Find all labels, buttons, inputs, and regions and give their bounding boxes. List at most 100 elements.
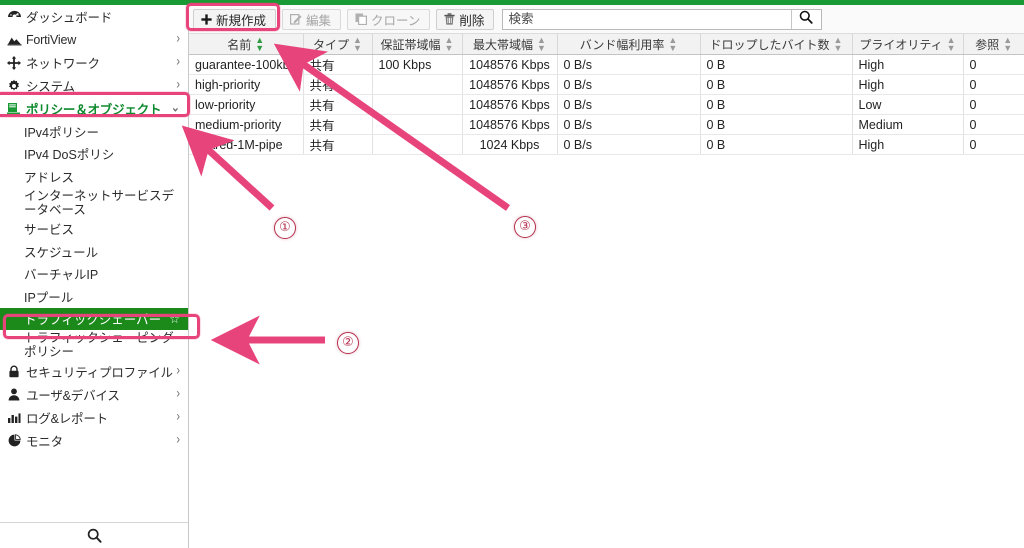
cell-name: medium-priority bbox=[189, 114, 304, 135]
sidebar-subitem-label: スケジュール bbox=[24, 245, 99, 260]
column-header-label: タイプ bbox=[313, 37, 350, 52]
sidebar-subitem-ipv4-policy[interactable]: IPv4ポリシー bbox=[0, 120, 188, 143]
sort-icon[interactable]: ▲ ▼ bbox=[537, 36, 546, 53]
cell-guaranteed bbox=[372, 94, 463, 115]
sidebar-subitem-service[interactable]: サービス bbox=[0, 218, 188, 241]
sidebar-item-label: FortiView bbox=[26, 32, 77, 47]
cell-name: guarantee-100kbps bbox=[189, 54, 304, 75]
sort-icon[interactable]: ▲ ▼ bbox=[1003, 36, 1012, 53]
new-button-label: 新規作成 bbox=[216, 13, 267, 28]
sidebar-subitem-address[interactable]: アドレス bbox=[0, 165, 188, 188]
sidebar-item-label: ログ&レポート bbox=[26, 412, 108, 426]
sidebar-item-log-and-report[interactable]: ログ&レポート › bbox=[0, 406, 188, 429]
search-input[interactable] bbox=[503, 9, 792, 29]
cell-usage: 0 B/s bbox=[557, 114, 701, 135]
cell-type: 共有 bbox=[303, 94, 373, 115]
user-icon bbox=[6, 388, 22, 402]
sidebar-item-label: ユーザ&デバイス bbox=[26, 389, 120, 403]
cell-usage: 0 B/s bbox=[557, 94, 701, 115]
cell-name: low-priority bbox=[189, 94, 304, 115]
cell-priority: Low bbox=[852, 94, 964, 115]
sidebar-item-monitor[interactable]: モニタ › bbox=[0, 429, 188, 452]
clone-button[interactable]: クローン bbox=[347, 8, 431, 30]
sidebar-item-fortiview[interactable]: FortiView › bbox=[0, 28, 188, 51]
column-header-reference[interactable]: 参照 ▲ ▼ bbox=[963, 33, 1024, 55]
sidebar-top-nav: ダッシュボード FortiView › ネットワーク › システム › ポリシー… bbox=[0, 5, 188, 452]
table-header: 名前 ▲ ▼ タイプ ▲ ▼ 保証帯域幅 ▲ ▼ 最大帯域幅 ▲ ▼ バンド幅利… bbox=[189, 33, 1024, 55]
cell-reference[interactable]: 0 bbox=[963, 114, 1024, 135]
cell-dropped: 0 B bbox=[700, 94, 853, 115]
table-row[interactable]: low-priority 共有 1048576 Kbps 0 B/s 0 B L… bbox=[189, 94, 1024, 115]
column-header-label: ドロップしたバイト数 bbox=[709, 37, 830, 52]
new-button[interactable]: 新規作成 bbox=[193, 8, 277, 30]
search-icon bbox=[799, 10, 814, 29]
sidebar-bottom bbox=[0, 522, 188, 548]
sidebar-subitem-virtual-ip[interactable]: バーチャルIP bbox=[0, 263, 188, 286]
sidebar-item-label: セキュリティプロファイル bbox=[26, 366, 173, 380]
column-header-priority[interactable]: プライオリティ ▲ ▼ bbox=[852, 33, 964, 55]
search-submit-button[interactable] bbox=[791, 9, 821, 29]
sidebar-subitem-label: インターネットサービスデータベース bbox=[24, 188, 175, 217]
delete-button[interactable]: 削除 bbox=[436, 8, 495, 30]
column-header-guaranteed-bandwidth[interactable]: 保証帯域幅 ▲ ▼ bbox=[372, 33, 463, 55]
column-header-name[interactable]: 名前 ▲ ▼ bbox=[189, 33, 304, 55]
column-header-max-bandwidth[interactable]: 最大帯域幅 ▲ ▼ bbox=[462, 33, 558, 55]
cell-reference[interactable]: 0 bbox=[963, 134, 1024, 155]
table-row[interactable]: high-priority 共有 1048576 Kbps 0 B/s 0 B … bbox=[189, 74, 1024, 95]
cell-reference[interactable]: 0 bbox=[963, 54, 1024, 75]
sidebar-subitem-schedule[interactable]: スケジュール bbox=[0, 240, 188, 263]
sidebar-item-system[interactable]: システム › bbox=[0, 74, 188, 97]
sidebar-subitem-traffic-shaping-policy[interactable]: トラフィックシェーピングポリシー bbox=[0, 330, 188, 360]
gauge-icon bbox=[6, 10, 22, 24]
cell-max: 1048576 Kbps bbox=[462, 74, 558, 95]
sidebar-item-security-profiles[interactable]: セキュリティプロファイル › bbox=[0, 360, 188, 383]
sort-icon[interactable]: ▲ ▼ bbox=[668, 36, 677, 53]
sidebar-subitem-label: トラフィックシェーパー bbox=[24, 313, 162, 328]
sort-icon[interactable]: ▲ ▼ bbox=[353, 36, 362, 53]
lock-icon bbox=[6, 365, 22, 379]
sidebar-item-user-and-device[interactable]: ユーザ&デバイス › bbox=[0, 383, 188, 406]
chevron-right-icon: › bbox=[176, 386, 180, 402]
cell-priority: High bbox=[852, 74, 964, 95]
sidebar-item-network[interactable]: ネットワーク › bbox=[0, 51, 188, 74]
sort-icon[interactable]: ▲ ▼ bbox=[834, 36, 843, 53]
bar-chart-icon bbox=[6, 411, 22, 425]
sidebar-subitem-ipv4-dos-policy[interactable]: IPv4 DoSポリシ bbox=[0, 143, 188, 166]
policy-icon bbox=[6, 102, 22, 116]
chevron-right-icon: › bbox=[176, 432, 180, 448]
cell-name: high-priority bbox=[189, 74, 304, 95]
sidebar-search-button[interactable] bbox=[0, 522, 188, 548]
column-header-type[interactable]: タイプ ▲ ▼ bbox=[303, 33, 373, 55]
sort-icon[interactable]: ▲ ▼ bbox=[255, 36, 264, 53]
sidebar-subitem-ip-pool[interactable]: IPプール bbox=[0, 285, 188, 308]
traffic-shaper-table: 名前 ▲ ▼ タイプ ▲ ▼ 保証帯域幅 ▲ ▼ 最大帯域幅 ▲ ▼ バンド幅利… bbox=[189, 33, 1024, 155]
cell-priority: Medium bbox=[852, 114, 964, 135]
plus-icon bbox=[201, 13, 212, 25]
traffic-shaper-table-area: 名前 ▲ ▼ タイプ ▲ ▼ 保証帯域幅 ▲ ▼ 最大帯域幅 ▲ ▼ バンド幅利… bbox=[189, 33, 1024, 548]
cell-usage: 0 B/s bbox=[557, 54, 701, 75]
sidebar-item-dashboard[interactable]: ダッシュボード bbox=[0, 5, 188, 28]
sidebar-subitem-label: トラフィックシェーピングポリシー bbox=[24, 331, 174, 359]
trash-icon bbox=[444, 13, 456, 25]
cell-guaranteed bbox=[372, 74, 463, 95]
cell-reference[interactable]: 0 bbox=[963, 94, 1024, 115]
cell-max: 1048576 Kbps bbox=[462, 114, 558, 135]
cell-guaranteed bbox=[372, 114, 463, 135]
table-row[interactable]: medium-priority 共有 1048576 Kbps 0 B/s 0 … bbox=[189, 114, 1024, 135]
chevron-right-icon: › bbox=[176, 363, 180, 379]
star-icon[interactable]: ☆ bbox=[169, 312, 180, 326]
column-header-dropped-bytes[interactable]: ドロップしたバイト数 ▲ ▼ bbox=[700, 33, 853, 55]
column-header-label: 最大帯域幅 bbox=[473, 37, 534, 52]
table-row[interactable]: shared-1M-pipe 共有 1024 Kbps 0 B/s 0 B Hi… bbox=[189, 134, 1024, 155]
search-box[interactable] bbox=[502, 8, 823, 30]
sidebar-item-policy-and-objects[interactable]: ポリシー＆オブジェクト ⌄ bbox=[0, 97, 188, 120]
table-row[interactable]: guarantee-100kbps 共有 100 Kbps 1048576 Kb… bbox=[189, 54, 1024, 75]
sort-icon[interactable]: ▲ ▼ bbox=[445, 36, 454, 53]
cell-reference[interactable]: 0 bbox=[963, 74, 1024, 95]
sidebar-subitem-traffic-shaper[interactable]: トラフィックシェーパー ☆ bbox=[0, 307, 188, 330]
column-header-bandwidth-utilization[interactable]: バンド幅利用率 ▲ ▼ bbox=[557, 33, 701, 55]
cell-dropped: 0 B bbox=[700, 54, 853, 75]
sidebar-subitem-internet-service-database[interactable]: インターネットサービスデータベース bbox=[0, 188, 188, 218]
sort-icon[interactable]: ▲ ▼ bbox=[947, 36, 956, 53]
edit-button[interactable]: 編集 bbox=[282, 8, 342, 30]
